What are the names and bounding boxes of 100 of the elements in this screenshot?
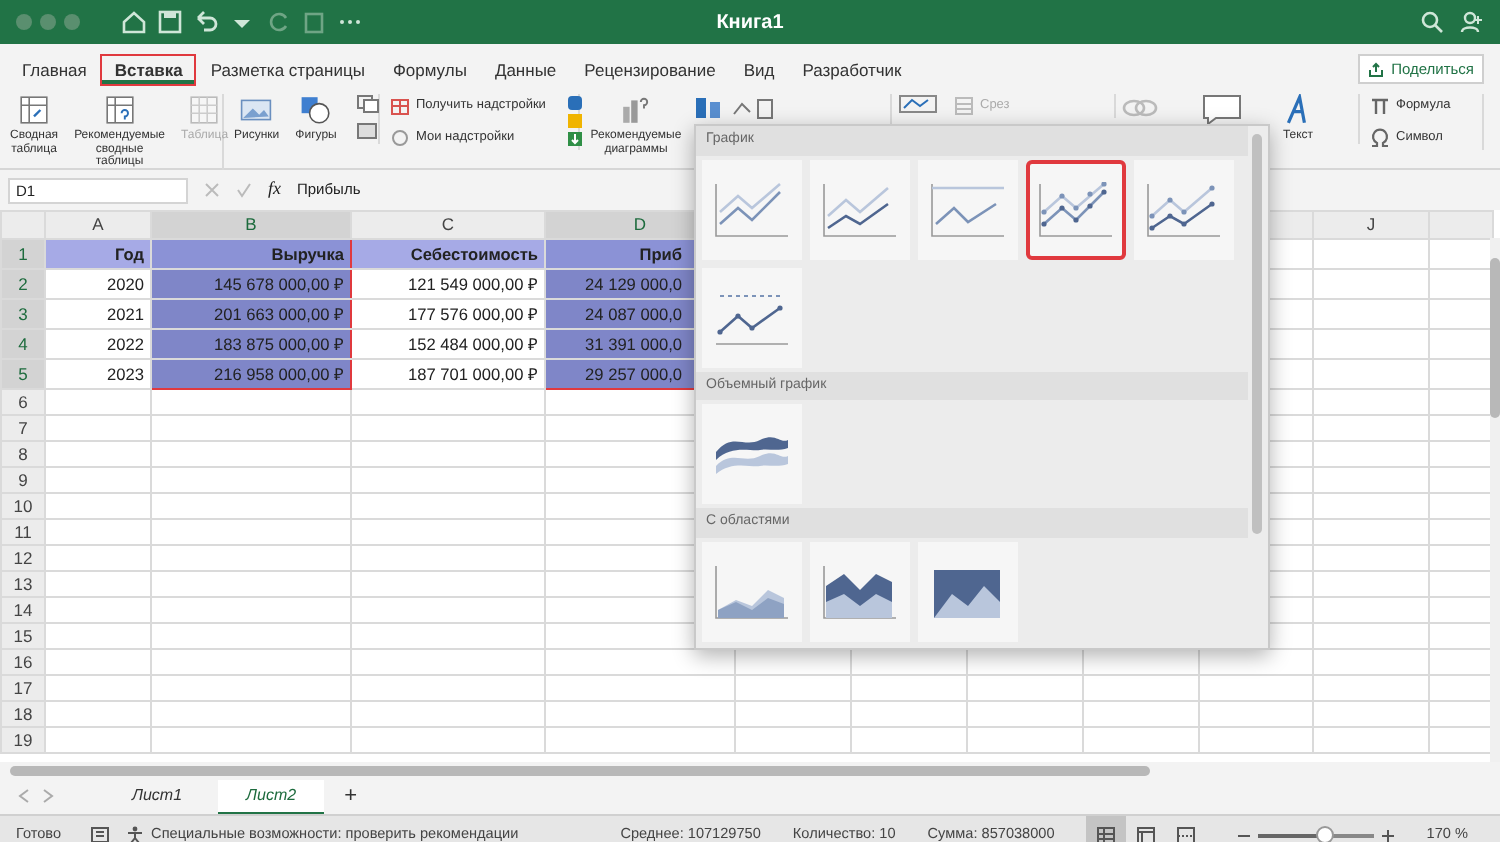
chart-type-option[interactable] (702, 267, 802, 367)
row-header[interactable]: 18 (1, 701, 45, 727)
chart-type-option[interactable] (1026, 159, 1126, 259)
column-heading-cell[interactable]: Выручка (151, 239, 351, 269)
ribbon-tab[interactable]: Вид (729, 53, 789, 85)
column-heading-cell[interactable]: Себестоимость (351, 239, 545, 269)
window-control-dot[interactable] (64, 14, 80, 30)
vertical-scrollbar[interactable] (1490, 238, 1500, 762)
line-markers-chart-icon (1146, 181, 1222, 237)
line-markers-chart-icon (1038, 181, 1114, 237)
line-chart-icon (930, 181, 1006, 237)
window-control-dot[interactable] (16, 14, 32, 30)
pi-icon (1370, 96, 1390, 116)
column-header[interactable]: B (151, 211, 351, 239)
window-title: Книга1 (716, 10, 784, 38)
row-header[interactable]: 10 (1, 493, 45, 519)
table-cell[interactable]: 216 958 000,00 ₽ (151, 359, 351, 389)
chart-type-option[interactable] (702, 541, 802, 641)
table-grid-icon (188, 94, 221, 126)
row-header[interactable]: 13 (1, 571, 45, 597)
person-icon[interactable] (1460, 10, 1484, 34)
minus-icon[interactable] (1238, 829, 1251, 841)
ribbon-tab[interactable]: Разработчик (788, 53, 916, 85)
pivot-table-icon (18, 94, 51, 126)
sheet-tab[interactable]: Лист2 (218, 780, 325, 812)
row-header[interactable]: 6 (1, 389, 45, 415)
ribbon-tab[interactable]: Рецензирование (570, 53, 730, 85)
area-chart-icon (714, 563, 790, 619)
picture-icon (240, 94, 273, 126)
ribbon-tab[interactable]: Формулы (378, 53, 481, 85)
row-header[interactable]: 1 (1, 239, 45, 269)
normal-view-icon (1096, 825, 1117, 842)
ribbon-tab[interactable]: Данные (480, 53, 571, 85)
ribbon-tab[interactable]: Разметка страницы (196, 53, 379, 85)
omega-icon (1370, 128, 1390, 148)
row-header[interactable]: 16 (1, 649, 45, 675)
circle-icon (390, 128, 410, 148)
save-icon[interactable] (156, 8, 184, 36)
table-cell[interactable]: 183 875 000,00 ₽ (151, 329, 351, 359)
table-cell[interactable]: 121 549 000,00 ₽ (351, 269, 545, 299)
line-chart-icon (714, 181, 790, 237)
check-icon[interactable] (236, 182, 252, 198)
ribbon-tab[interactable]: Главная (8, 53, 101, 85)
page-layout-icon (1136, 825, 1157, 842)
add-sheet-button[interactable]: + (332, 779, 370, 813)
ribbon-tab[interactable]: Вставка (100, 53, 197, 85)
row-header[interactable]: 3 (1, 299, 45, 329)
function-button[interactable]: fx (268, 176, 281, 204)
table-cell[interactable]: 187 701 000,00 ₽ (351, 359, 545, 389)
row-header[interactable]: 11 (1, 519, 45, 545)
row-header[interactable]: 9 (1, 467, 45, 493)
table-cell[interactable]: 177 576 000,00 ₽ (351, 299, 545, 329)
undo-icon[interactable] (192, 8, 220, 36)
comment-icon[interactable] (1202, 94, 1242, 126)
chart-type-option[interactable] (1134, 159, 1234, 259)
scroll-thumb[interactable] (10, 766, 1150, 776)
normal-view-button[interactable] (1086, 816, 1127, 842)
table-cell[interactable]: 152 484 000,00 ₽ (351, 329, 545, 359)
chart-type-option[interactable] (810, 541, 910, 641)
plus-icon[interactable] (1382, 829, 1395, 841)
list-icon (954, 96, 974, 116)
search-icon[interactable] (1420, 10, 1444, 34)
scroll-thumb[interactable] (1490, 258, 1500, 418)
page-break-icon (1176, 825, 1197, 842)
scroll-thumb[interactable] (1252, 134, 1262, 534)
column-header[interactable]: A (45, 211, 151, 239)
macro-icon[interactable] (89, 826, 110, 842)
accessibility-icon (125, 826, 144, 842)
row-header[interactable]: 19 (1, 727, 45, 753)
row-header[interactable]: 2 (1, 269, 45, 299)
row-header[interactable]: 7 (1, 415, 45, 441)
sheet-tab[interactable]: Лист1 (104, 780, 211, 812)
row-header[interactable]: 12 (1, 545, 45, 571)
stacked-area-chart-icon (822, 563, 898, 619)
row-header[interactable]: 15 (1, 623, 45, 649)
table-question-icon (103, 94, 136, 126)
layers-icon[interactable] (356, 94, 385, 114)
sparkline-icon[interactable] (898, 94, 942, 114)
column-header[interactable]: J (1313, 211, 1429, 239)
slider-thumb[interactable] (1315, 825, 1334, 842)
chart-type-option[interactable] (918, 541, 1018, 641)
line-markers-chart-icon (714, 289, 790, 345)
column-header[interactable]: C (351, 211, 545, 239)
chart-type-option[interactable] (702, 404, 802, 504)
chart-question-icon (620, 94, 652, 126)
download-icon[interactable] (565, 130, 584, 148)
stacked-line-chart-icon (822, 181, 898, 237)
table-cell[interactable]: 201 663 000,00 ₽ (151, 299, 351, 329)
share-icon (1367, 61, 1384, 77)
row-header[interactable]: 5 (1, 359, 45, 389)
table-cell[interactable]: 145 678 000,00 ₽ (151, 269, 351, 299)
row-header[interactable]: 8 (1, 441, 45, 467)
row-header[interactable]: 17 (1, 675, 45, 701)
column-heading-cell[interactable]: Год (45, 239, 151, 269)
row-header[interactable]: 14 (1, 597, 45, 623)
row-header[interactable]: 4 (1, 329, 45, 359)
shapes-icon (300, 94, 332, 126)
home-icon[interactable] (120, 8, 148, 36)
window-control-dot[interactable] (40, 14, 56, 30)
chart-types-icon[interactable] (694, 94, 774, 122)
